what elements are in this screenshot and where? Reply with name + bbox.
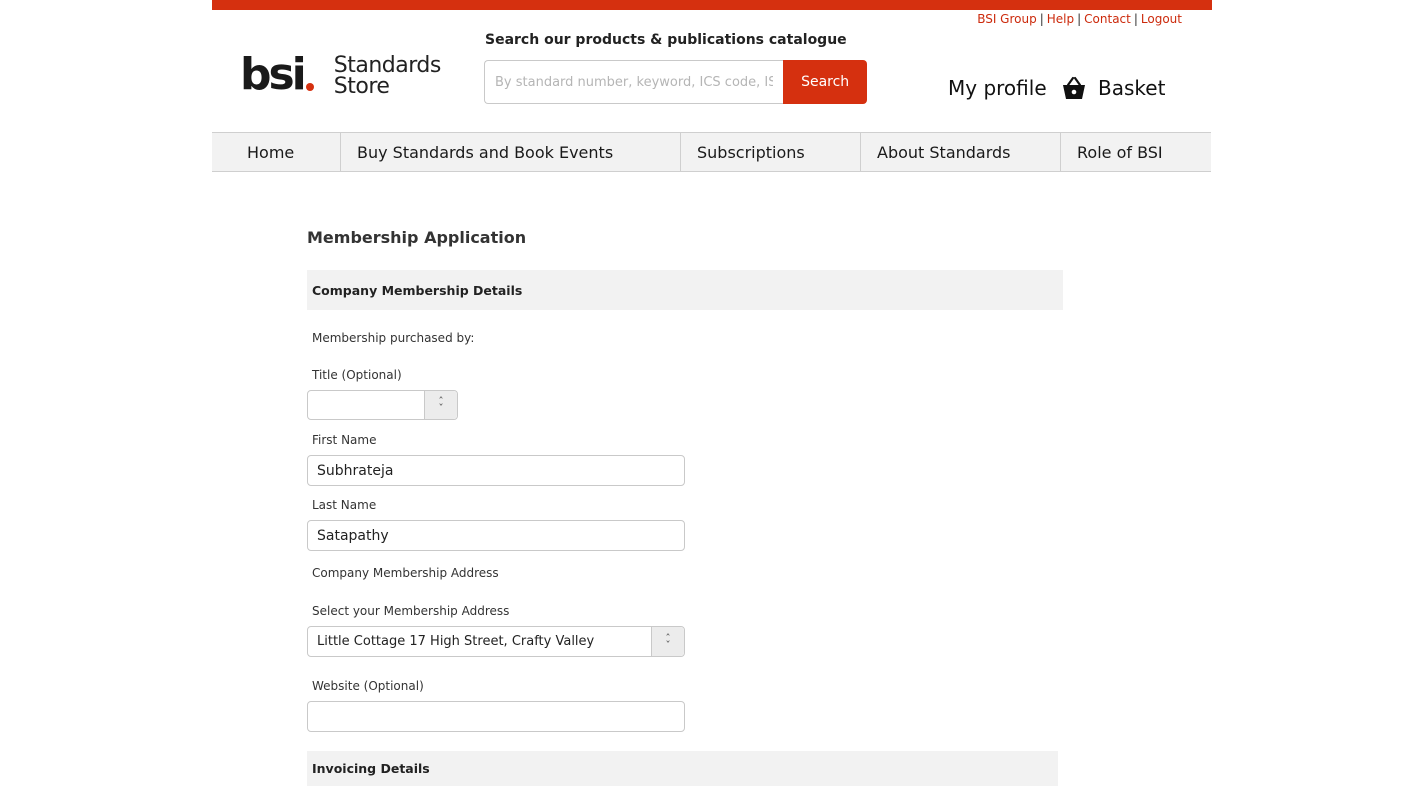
- address-select[interactable]: Little Cottage 17 High Street, Crafty Va…: [307, 626, 685, 657]
- nav-item-role-of-bsi[interactable]: Role of BSI: [1061, 133, 1211, 171]
- logo-brand: bsi: [240, 49, 307, 100]
- utility-links: BSI Group | Help | Contact | Logout: [977, 12, 1182, 26]
- first-name-label: First Name: [312, 433, 377, 447]
- address-heading: Company Membership Address: [312, 566, 499, 580]
- page-title: Membership Application: [307, 228, 527, 247]
- logo-subtitle: Standards Store: [333, 53, 442, 99]
- logo-dot: [305, 83, 314, 91]
- first-name-field[interactable]: Subhrateja: [307, 455, 685, 486]
- search-heading: Search our products & publications catal…: [485, 32, 847, 48]
- top-accent-bar: [212, 0, 1212, 10]
- my-profile-link[interactable]: My profile: [948, 76, 1047, 100]
- title-select[interactable]: ˆˇ: [307, 390, 458, 420]
- logo-line-1: Standards: [333, 53, 442, 78]
- help-link[interactable]: Help: [1047, 12, 1074, 26]
- bsi-standards-store-logo[interactable]: bsi Standards Store: [240, 49, 442, 100]
- separator: |: [1133, 12, 1138, 26]
- invoicing-section-header: Invoicing Details: [307, 751, 1058, 786]
- last-name-field[interactable]: Satapathy: [307, 520, 685, 551]
- address-select-value: Little Cottage 17 High Street, Crafty Va…: [317, 634, 595, 649]
- basket-label: Basket: [1098, 76, 1166, 100]
- title-label: Title (Optional): [312, 368, 402, 382]
- membership-form: Membership Application Company Membershi…: [307, 228, 1067, 786]
- last-name-label: Last Name: [312, 498, 377, 512]
- nav-item-about-standards[interactable]: About Standards: [861, 133, 1061, 171]
- nav-item-buy-standards[interactable]: Buy Standards and Book Events: [341, 133, 681, 171]
- bsi-group-link[interactable]: BSI Group: [977, 12, 1037, 26]
- search-input[interactable]: [484, 60, 784, 104]
- main-navigation: Home Buy Standards and Book Events Subsc…: [212, 132, 1211, 172]
- purchased-by-label: Membership purchased by:: [312, 331, 475, 345]
- address-select-label: Select your Membership Address: [312, 604, 510, 618]
- title-select-value: [308, 391, 424, 419]
- search-button[interactable]: Search: [783, 60, 867, 104]
- chevron-updown-icon: ˆˇ: [651, 627, 684, 656]
- separator: |: [1039, 12, 1044, 26]
- logout-link[interactable]: Logout: [1141, 12, 1182, 26]
- search-box: Search: [484, 60, 867, 104]
- nav-item-subscriptions[interactable]: Subscriptions: [681, 133, 861, 171]
- separator: |: [1077, 12, 1082, 26]
- website-field[interactable]: [307, 701, 685, 732]
- company-section-header: Company Membership Details: [307, 270, 1063, 310]
- logo-line-2: Store: [333, 74, 390, 99]
- contact-link[interactable]: Contact: [1084, 12, 1131, 26]
- chevron-updown-icon: ˆˇ: [424, 391, 457, 419]
- website-label: Website (Optional): [312, 679, 424, 693]
- basket-link[interactable]: Basket: [1060, 74, 1165, 102]
- basket-icon: [1063, 76, 1085, 99]
- nav-item-home[interactable]: Home: [212, 133, 341, 171]
